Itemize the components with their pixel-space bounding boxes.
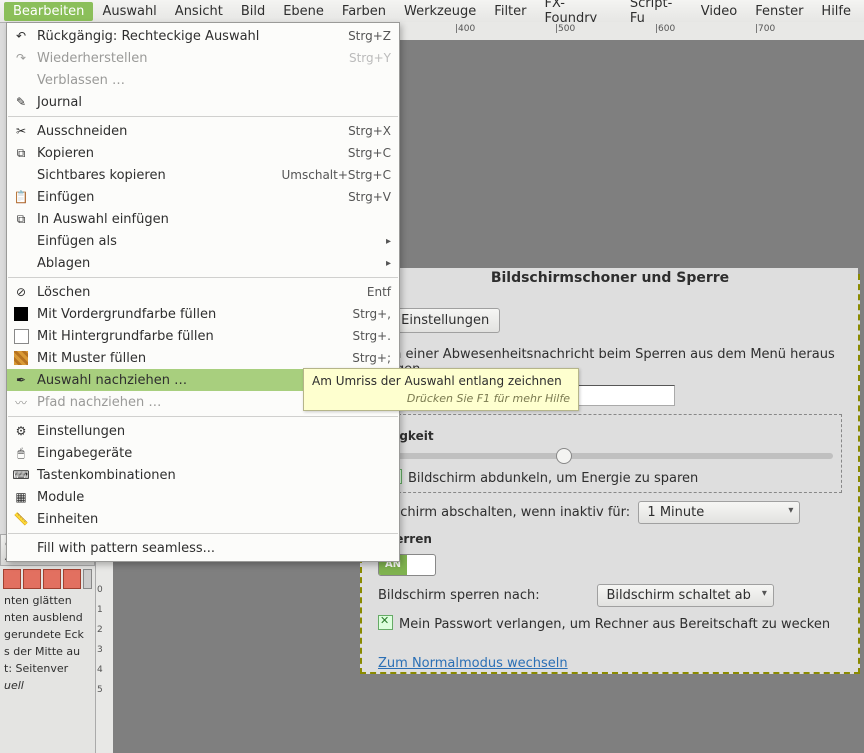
menu-units[interactable]: 📏Einheiten xyxy=(7,508,399,530)
menu-werkzeuge[interactable]: Werkzeuge xyxy=(395,2,485,21)
menu-paste[interactable]: 📋EinfügenStrg+V xyxy=(7,186,399,208)
brightness-label: lligkeit xyxy=(387,429,833,443)
menu-copy-visible[interactable]: Sichtbares kopierenUmschalt+Strg+C xyxy=(7,164,399,186)
journal-icon: ✎ xyxy=(13,94,29,110)
fill-pattern-icon xyxy=(13,350,29,366)
menu-redo: ↷WiederherstellenStrg+Y xyxy=(7,47,399,69)
menu-paste-as[interactable]: Einfügen als▸ xyxy=(7,230,399,252)
stroke-selection-icon: ✒ xyxy=(13,372,29,388)
dock-scrollbar[interactable] xyxy=(83,569,92,589)
menu-fill-fg[interactable]: Mit Vordergrundfarbe füllenStrg+, xyxy=(7,303,399,325)
submenu-arrow-icon: ▸ xyxy=(386,236,391,247)
mode-tool-3[interactable] xyxy=(43,569,61,589)
menu-preferences[interactable]: ⚙Einstellungen xyxy=(7,420,399,442)
copy-icon: ⧉ xyxy=(13,145,29,161)
modules-icon: ▦ xyxy=(13,489,29,505)
normal-mode-link[interactable]: Zum Normalmodus wechseln xyxy=(378,656,568,671)
brightness-slider[interactable] xyxy=(387,453,833,459)
fill-fg-icon xyxy=(13,306,29,322)
undo-icon: ↶ xyxy=(13,28,29,44)
menu-fenster[interactable]: Fenster xyxy=(746,2,812,21)
menu-video[interactable]: Video xyxy=(692,2,746,21)
fill-bg-icon xyxy=(13,328,29,344)
submenu-arrow-icon: ▸ xyxy=(386,258,391,269)
settings-title: Bildschirmschoner und Sperre xyxy=(362,268,858,288)
menu-ansicht[interactable]: Ansicht xyxy=(166,2,232,21)
paste-icon: 📋 xyxy=(13,189,29,205)
stroke-path-icon: 〰 xyxy=(13,394,29,410)
mode-tool-1[interactable] xyxy=(3,569,21,589)
lock-heading: Sperren xyxy=(378,532,842,546)
menu-buffers[interactable]: Ablagen▸ xyxy=(7,252,399,274)
input-devices-icon: 🖱 xyxy=(13,445,29,461)
units-icon: 📏 xyxy=(13,511,29,527)
keyboard-icon: ⌨ xyxy=(13,467,29,483)
tool-options-dock: eckige Auswahl nten glätten nten ausblen… xyxy=(0,534,96,753)
menu-input-devices[interactable]: 🖱Eingabegeräte xyxy=(7,442,399,464)
menu-fill-seamless[interactable]: Fill with pattern seamless... xyxy=(7,537,399,559)
tooltip-hint: Drücken Sie F1 für mehr Hilfe xyxy=(312,392,570,405)
pwd-checkbox[interactable] xyxy=(378,615,393,630)
off-timeout-combo[interactable]: 1 Minute xyxy=(638,501,800,524)
menu-bearbeiten[interactable]: Bearbeiten xyxy=(4,2,93,21)
menu-fill-bg[interactable]: Mit Hintergrundfarbe füllenStrg+. xyxy=(7,325,399,347)
menu-journal[interactable]: ✎Journal xyxy=(7,91,399,113)
lock-after-combo[interactable]: Bildschirm schaltet ab xyxy=(597,584,773,607)
menu-delete[interactable]: ⊘LöschenEntf xyxy=(7,281,399,303)
tooltip: Am Umriss der Auswahl entlang zeichnen D… xyxy=(303,368,579,411)
menu-fade: Verblassen … xyxy=(7,69,399,91)
edit-menu-dropdown: ↶Rückgängig: Rechteckige AuswahlStrg+Z ↷… xyxy=(6,22,400,562)
menubar: Bearbeiten Auswahl Ansicht Bild Ebene Fa… xyxy=(0,0,864,23)
tooltip-text: Am Umriss der Auswahl entlang zeichnen xyxy=(312,374,570,388)
menu-paste-into[interactable]: ⧉In Auswahl einfügen xyxy=(7,208,399,230)
menu-undo[interactable]: ↶Rückgängig: Rechteckige AuswahlStrg+Z xyxy=(7,25,399,47)
brightness-group: lligkeit Bildschirm abdunkeln, um Energi… xyxy=(378,414,842,493)
menu-farben[interactable]: Farben xyxy=(333,2,395,21)
settings-panel: Bildschirmschoner und Sperre e Einstellu… xyxy=(360,274,860,674)
paste-into-icon: ⧉ xyxy=(13,211,29,227)
redo-icon: ↷ xyxy=(13,50,29,66)
menu-modules[interactable]: ▦Module xyxy=(7,486,399,508)
preferences-icon: ⚙ xyxy=(13,423,29,439)
menu-hilfe[interactable]: Hilfe xyxy=(812,2,860,21)
menu-ebene[interactable]: Ebene xyxy=(274,2,333,21)
delete-icon: ⊘ xyxy=(13,284,29,300)
menu-cut[interactable]: ✂AusschneidenStrg+X xyxy=(7,120,399,142)
cut-icon: ✂ xyxy=(13,123,29,139)
menu-bild[interactable]: Bild xyxy=(232,2,274,21)
menu-fill-pattern[interactable]: Mit Muster füllenStrg+; xyxy=(7,347,399,369)
menu-shortcuts[interactable]: ⌨Tastenkombinationen xyxy=(7,464,399,486)
menu-copy[interactable]: ⧉KopierenStrg+C xyxy=(7,142,399,164)
mode-tool-4[interactable] xyxy=(63,569,81,589)
menu-filter[interactable]: Filter xyxy=(485,2,535,21)
mode-tool-2[interactable] xyxy=(23,569,41,589)
menu-auswahl[interactable]: Auswahl xyxy=(93,2,165,21)
